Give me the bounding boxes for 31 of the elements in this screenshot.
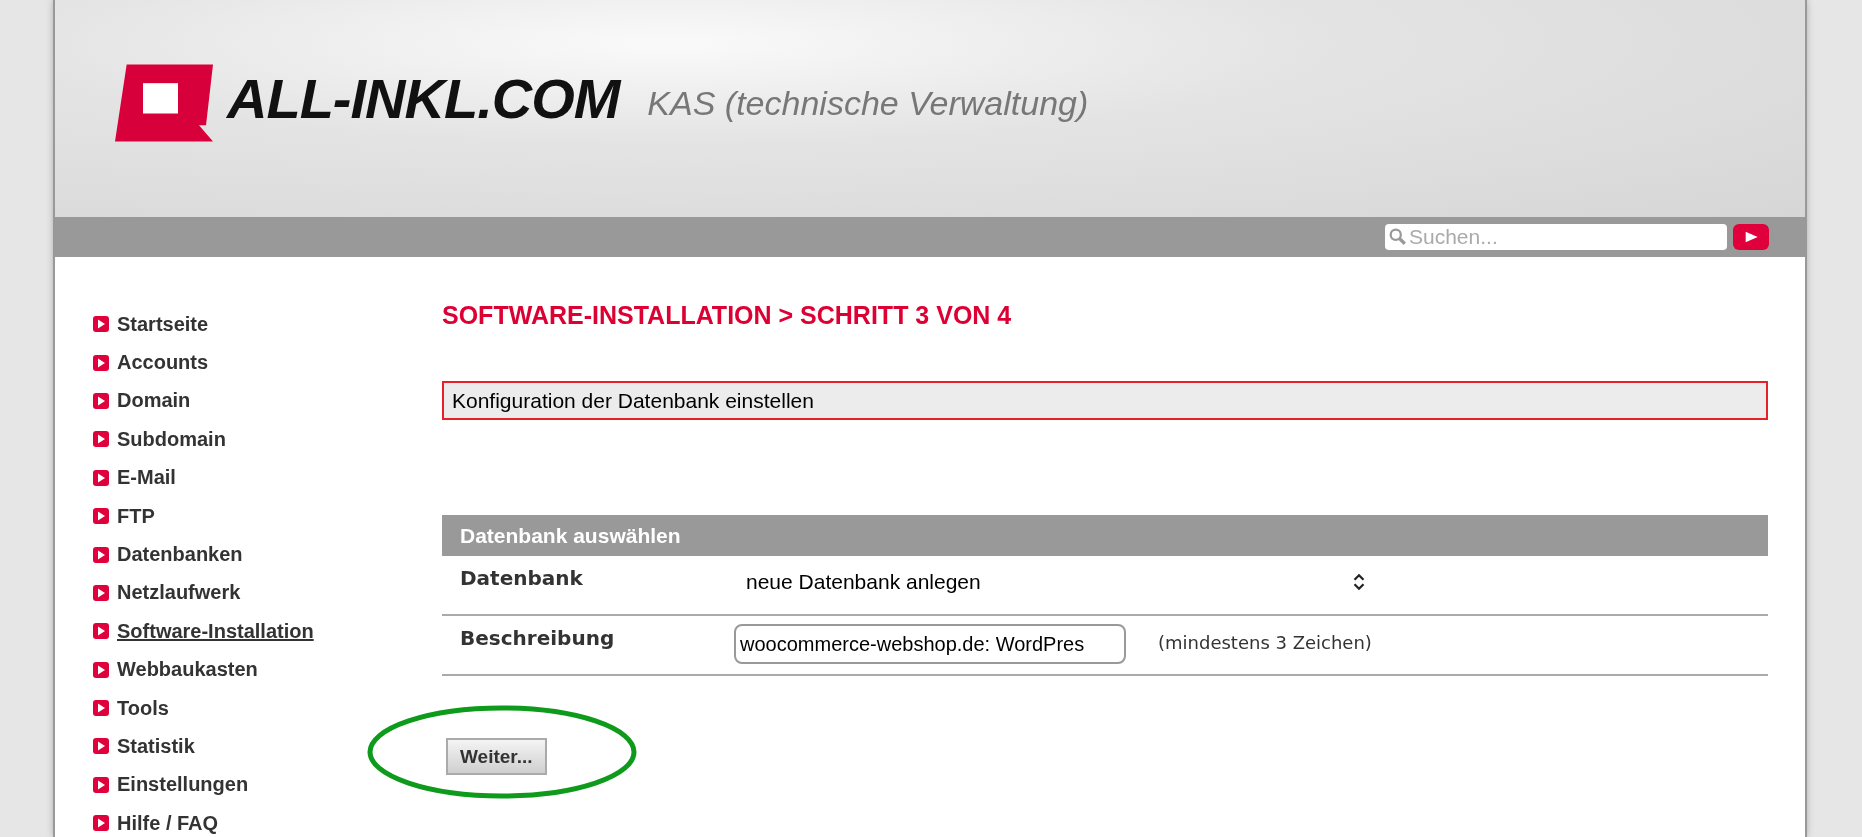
logo-icon [115,63,213,142]
sidebar-link[interactable]: Tools [117,696,169,720]
sidebar-link[interactable]: Webbaukasten [117,658,258,682]
sidebar-link[interactable]: Subdomain [117,427,226,451]
sidebar-link[interactable]: Hilfe / FAQ [117,811,219,835]
sidebar-link[interactable]: Datenbanken [117,543,243,567]
section-header: Datenbank auswählen [442,515,1768,556]
sidebar-link[interactable]: Netzlaufwerk [117,581,241,605]
sidebar-link[interactable]: E-Mail [117,466,176,490]
header-subtitle: KAS (technische Verwaltung) [647,84,1089,123]
field-hint: (mindestens 3 Zeichen) [1158,632,1372,653]
search-button[interactable] [1733,224,1769,250]
sidebar-link[interactable]: Software-Installation [117,619,314,643]
sidebar-link[interactable]: Domain [117,389,191,413]
sidebar-link[interactable]: FTP [117,504,155,528]
page-title: SOFTWARE-INSTALLATION > SCHRITT 3 VON 4 [442,301,1013,331]
search-icon [1389,228,1407,246]
sidebar-link[interactable]: Accounts [117,351,209,375]
search-field[interactable]: Suchen... [1385,224,1727,250]
database-select[interactable]: neue Datenbank anlegen [734,566,1374,594]
chevron-icon [1352,573,1366,591]
play-icon [1743,229,1759,245]
description-field[interactable]: woocommerce-webshop.de: WordPres [734,624,1126,664]
field-label: Beschreibung [459,626,616,650]
next-button[interactable]: Weiter... [446,738,547,775]
notice-box: Konfiguration der Datenbank einstellen [442,381,1768,420]
sidebar-link[interactable]: Statistik [117,735,195,758]
logo-text: ALL-INKL.COM [227,66,620,131]
field-label: Datenbank [459,566,584,590]
sidebar-link[interactable]: Einstellungen [117,773,249,797]
sidebar-link[interactable]: Startseite [117,312,209,336]
